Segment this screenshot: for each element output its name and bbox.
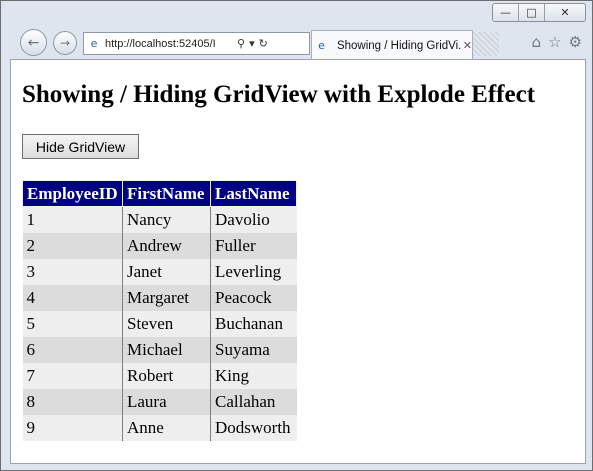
column-header-employeeid: EmployeeID bbox=[22, 180, 123, 207]
employee-gridview: EmployeeID FirstName LastName 1 Nancy Da… bbox=[22, 180, 297, 441]
browser-toolbar: ⌂ ☆ ⚙ bbox=[532, 33, 582, 51]
table-row: 4 Margaret Peacock bbox=[22, 285, 297, 311]
employee-id-cell: 1 bbox=[22, 206, 123, 233]
last-name-cell: Peacock bbox=[210, 285, 297, 311]
table-row: 7 Robert King bbox=[22, 363, 297, 389]
last-name-cell: Suyama bbox=[210, 337, 297, 363]
new-tab-button[interactable] bbox=[473, 32, 499, 56]
last-name-cell: King bbox=[210, 363, 297, 389]
close-tab-icon[interactable]: ✕ bbox=[463, 39, 472, 52]
browser-tab[interactable]: e Showing / Hiding GridVi... ✕ bbox=[311, 30, 473, 60]
first-name-cell: Anne bbox=[122, 415, 211, 441]
search-icon[interactable]: ⚲ bbox=[237, 37, 245, 50]
page-icon: e bbox=[90, 36, 98, 50]
hide-gridview-button[interactable]: Hide GridView bbox=[22, 134, 139, 159]
employee-id-cell: 2 bbox=[22, 233, 123, 259]
employee-id-cell: 8 bbox=[22, 389, 123, 415]
grid-header-row: EmployeeID FirstName LastName bbox=[22, 180, 297, 207]
title-bar: — □ ✕ bbox=[1, 1, 592, 25]
last-name-cell: Callahan bbox=[210, 389, 297, 415]
tab-title[interactable]: Showing / Hiding GridVi... bbox=[337, 40, 461, 52]
last-name-cell: Buchanan bbox=[210, 311, 297, 337]
table-row: 1 Nancy Davolio bbox=[22, 206, 297, 233]
first-name-cell: Laura bbox=[122, 389, 211, 415]
tab-page-icon: e bbox=[318, 38, 325, 52]
last-name-cell: Davolio bbox=[210, 206, 297, 233]
minimize-icon[interactable]: — bbox=[493, 4, 518, 21]
table-row: 3 Janet Leverling bbox=[22, 259, 297, 285]
first-name-cell: Andrew bbox=[122, 233, 211, 259]
refresh-icon[interactable]: ↻ bbox=[259, 37, 268, 50]
last-name-cell: Leverling bbox=[210, 259, 297, 285]
gear-icon[interactable]: ⚙ bbox=[569, 33, 582, 51]
employee-id-cell: 7 bbox=[22, 363, 123, 389]
column-header-firstname: FirstName bbox=[122, 180, 211, 207]
table-row: 6 Michael Suyama bbox=[22, 337, 297, 363]
employee-id-cell: 6 bbox=[22, 337, 123, 363]
first-name-cell: Robert bbox=[122, 363, 211, 389]
table-row: 9 Anne Dodsworth bbox=[22, 415, 297, 441]
first-name-cell: Margaret bbox=[122, 285, 211, 311]
close-window-icon[interactable]: ✕ bbox=[544, 4, 585, 21]
first-name-cell: Michael bbox=[122, 337, 211, 363]
first-name-cell: Janet bbox=[122, 259, 211, 285]
last-name-cell: Fuller bbox=[210, 233, 297, 259]
home-icon[interactable]: ⌂ bbox=[532, 33, 542, 51]
window-controls: — □ ✕ bbox=[492, 3, 586, 22]
employee-id-cell: 4 bbox=[22, 285, 123, 311]
page-content: Showing / Hiding GridView with Explode E… bbox=[10, 59, 586, 464]
address-bar[interactable]: e http://localhost:52405/I ⚲ ▾ ↻ bbox=[83, 32, 310, 55]
browser-window: — □ ✕ ← → e http://localhost:52405/I ⚲ ▾… bbox=[0, 0, 593, 471]
column-header-lastname: LastName bbox=[210, 180, 297, 207]
navigation-bar: ← → e http://localhost:52405/I ⚲ ▾ ↻ e S… bbox=[1, 25, 592, 60]
employee-id-cell: 9 bbox=[22, 415, 123, 441]
table-row: 5 Steven Buchanan bbox=[22, 311, 297, 337]
table-row: 8 Laura Callahan bbox=[22, 389, 297, 415]
page-title: Showing / Hiding GridView with Explode E… bbox=[22, 81, 536, 108]
maximize-icon[interactable]: □ bbox=[518, 4, 544, 21]
back-arrow-icon[interactable]: ← bbox=[20, 29, 47, 56]
first-name-cell: Nancy bbox=[122, 206, 211, 233]
address-url[interactable]: http://localhost:52405/I bbox=[105, 38, 233, 50]
employee-id-cell: 5 bbox=[22, 311, 123, 337]
favorites-star-icon[interactable]: ☆ bbox=[548, 33, 561, 51]
first-name-cell: Steven bbox=[122, 311, 211, 337]
last-name-cell: Dodsworth bbox=[210, 415, 297, 441]
table-row: 2 Andrew Fuller bbox=[22, 233, 297, 259]
forward-arrow-icon[interactable]: → bbox=[53, 31, 77, 55]
employee-id-cell: 3 bbox=[22, 259, 123, 285]
chevron-down-icon[interactable]: ▾ bbox=[249, 37, 255, 50]
